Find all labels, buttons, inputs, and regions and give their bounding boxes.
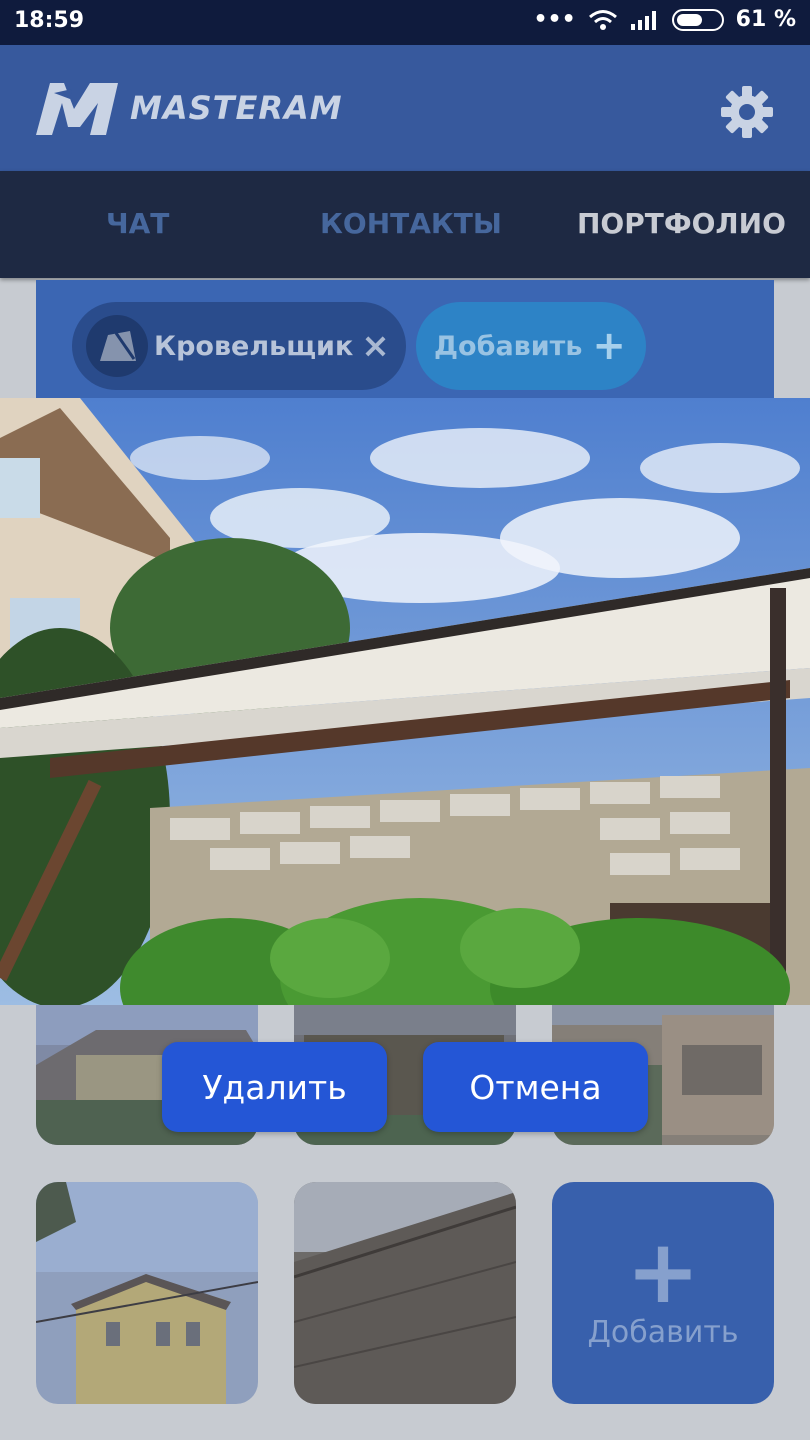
close-icon[interactable]: × [361,326,390,366]
add-profession-button[interactable]: Добавить + [416,302,646,390]
status-icons: ••• 61 % [533,7,796,32]
add-photo-tile[interactable]: + Добавить [552,1182,774,1404]
wifi-icon [588,9,617,30]
brand-name: MASTERAM [130,89,343,127]
battery-level [676,13,703,26]
profession-chips-panel: Кровельщик × Добавить + [36,280,774,398]
battery-icon [671,8,724,31]
portfolio-thumb[interactable] [36,1182,258,1404]
app-bar: MASTERAM [0,45,810,171]
masteram-logo: MASTERAM [28,79,343,137]
tab-contacts[interactable]: КОНТАКТЫ [320,207,502,240]
plus-icon: + [592,323,626,369]
selected-photo [0,398,810,1005]
portfolio-thumb[interactable] [294,1182,516,1404]
tab-portfolio[interactable]: ПОРТФОЛИО [577,207,786,240]
cell-signal-icon [630,10,656,30]
logo-mark-icon [36,83,118,135]
signal-dots: ••• [533,7,576,32]
battery-percent: 61 % [735,7,796,32]
cancel-button[interactable]: Отмена [423,1042,648,1132]
roof-icon [100,331,136,361]
status-time: 18:59 [14,8,85,33]
tab-chat[interactable]: ЧАТ [106,207,169,240]
profession-chip[interactable]: Кровельщик × [72,302,406,390]
profession-label: Кровельщик [154,330,354,362]
add-profession-label: Добавить [434,330,583,362]
gear-icon[interactable] [718,83,776,141]
delete-button[interactable]: Удалить [162,1042,387,1132]
tab-bar: ЧАТ КОНТАКТЫ ПОРТФОЛИО [0,171,810,278]
roofer-avatar [86,315,148,377]
status-bar: 18:59 ••• 61 % [0,0,810,45]
add-photo-label: Добавить [587,1314,739,1350]
plus-icon: + [626,1219,700,1323]
